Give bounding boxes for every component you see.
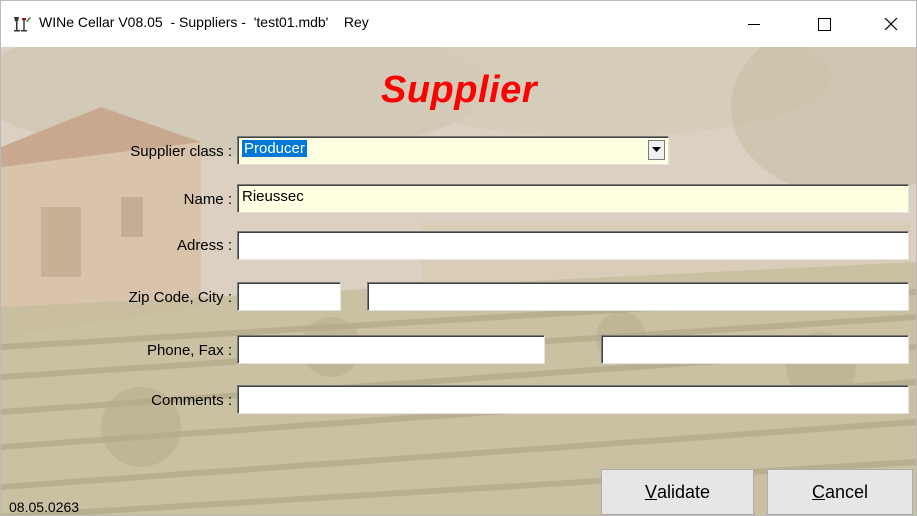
app-window: WINe Cellar V08.05 - Suppliers - 'test01…	[0, 0, 917, 516]
cancel-button[interactable]: Cancel	[767, 469, 913, 515]
city-field[interactable]	[367, 282, 909, 311]
phone-field[interactable]	[237, 335, 545, 364]
minimize-button[interactable]	[731, 1, 777, 47]
close-icon	[884, 17, 898, 31]
vineyard-background-image	[1, 47, 916, 515]
close-button[interactable]	[868, 1, 914, 47]
wine-cellar-app-icon	[14, 17, 31, 32]
chevron-down-icon	[652, 147, 661, 152]
cancel-accelerator: C	[811, 481, 825, 502]
phone-fax-label: Phone, Fax :	[146, 342, 232, 359]
form-area: Supplier Supplier class : Producer Name …	[1, 47, 916, 515]
fax-field[interactable]	[601, 335, 909, 364]
maximize-icon	[817, 17, 831, 31]
version-label: 08.05.0263	[9, 499, 80, 515]
zip-city-label: Zip Code, City :	[128, 289, 232, 306]
address-label: Adress :	[176, 237, 232, 254]
address-field[interactable]	[237, 231, 909, 260]
minimize-icon	[748, 24, 760, 25]
validate-accelerator: V	[644, 481, 657, 502]
title-bar[interactable]: WINe Cellar V08.05 - Suppliers - 'test01…	[1, 1, 916, 47]
comments-field[interactable]	[237, 385, 909, 414]
comments-label: Comments :	[151, 392, 232, 409]
zip-code-field[interactable]	[237, 282, 341, 311]
form-heading: Supplier	[381, 69, 538, 111]
supplier-class-value: Producer	[242, 140, 307, 157]
validate-label: alidate	[656, 481, 711, 502]
validate-button[interactable]: Validate	[601, 469, 754, 515]
name-label: Name :	[183, 191, 232, 208]
window-title: WINe Cellar V08.05 - Suppliers - 'test01…	[39, 14, 369, 30]
supplier-class-label: Supplier class :	[130, 143, 232, 160]
name-field[interactable]: Rieussec	[237, 184, 909, 213]
supplier-class-select[interactable]: Producer	[237, 136, 669, 165]
maximize-button[interactable]	[801, 1, 847, 47]
supplier-class-dropdown-button[interactable]	[648, 140, 665, 160]
cancel-label: ancel	[824, 481, 869, 502]
